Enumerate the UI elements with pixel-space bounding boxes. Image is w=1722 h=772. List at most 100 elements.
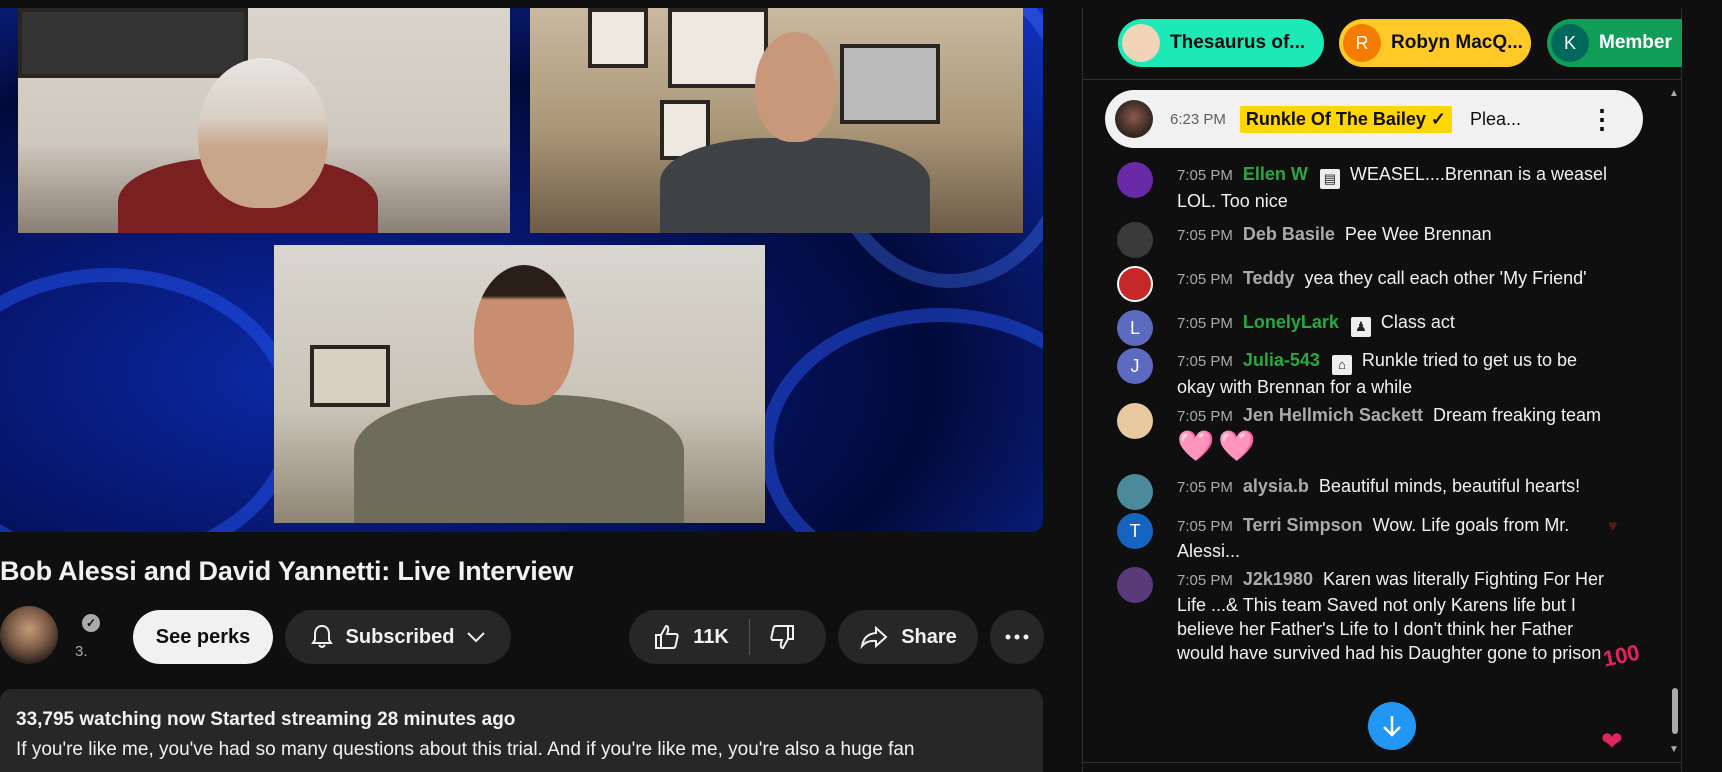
ticker-chip[interactable]: K Member xyxy=(1547,19,1682,67)
person-torso xyxy=(660,138,930,233)
message-time: 7:05 PM xyxy=(1177,271,1233,288)
chat-scrollbar[interactable]: ▲ ▼ xyxy=(1669,88,1681,758)
message-text: Wow. Life goals from Mr. Alessi... xyxy=(1177,515,1570,561)
wall-picture xyxy=(668,8,768,88)
message-time: 7:05 PM xyxy=(1177,353,1233,370)
more-horizontal-icon xyxy=(1005,634,1029,640)
member-badge-icon: ▤ xyxy=(1319,169,1340,189)
subscribed-button[interactable]: Subscribed xyxy=(285,610,511,664)
subscribed-label: Subscribed xyxy=(345,625,455,648)
chat-input-divider xyxy=(1083,762,1682,763)
chat-message: J 7:05 PM Julia-543 ⌂ Runkle tried to get u… xyxy=(1117,348,1607,399)
message-author[interactable]: Terri Simpson xyxy=(1243,515,1363,535)
message-text: Pee Wee Brennan xyxy=(1344,224,1492,244)
chat-message: 7:05 PM alysia.b Beautiful minds, beautifu… xyxy=(1117,474,1607,510)
message-time: 7:05 PM xyxy=(1177,408,1233,425)
bell-icon xyxy=(310,624,333,648)
author-avatar xyxy=(1117,403,1153,439)
message-author[interactable]: alysia.b xyxy=(1243,476,1309,496)
wall-picture xyxy=(840,44,940,124)
chip-avatar: R xyxy=(1343,24,1381,62)
author-avatar: L xyxy=(1117,310,1153,346)
verified-icon: ✓ xyxy=(82,614,100,632)
member-badge-icon: ⌂ xyxy=(1331,355,1352,375)
like-count: 11K xyxy=(693,625,729,648)
message-author[interactable]: Teddy xyxy=(1243,268,1295,288)
message-text: Karen was literally Fighting For Her Lif… xyxy=(1177,569,1605,663)
scroll-up-arrow-icon[interactable]: ▲ xyxy=(1669,88,1679,99)
description-box[interactable]: 33,795 watching now Started streaming 28… xyxy=(0,689,1043,772)
dislike-button[interactable] xyxy=(750,610,820,664)
share-button[interactable]: Share xyxy=(838,610,978,664)
share-arrow-icon xyxy=(860,625,888,649)
chip-label: Thesaurus of... xyxy=(1170,32,1306,53)
chevron-down-icon xyxy=(467,632,486,643)
scroll-down-arrow-icon[interactable]: ▼ xyxy=(1669,744,1679,755)
author-avatar: T xyxy=(1117,513,1153,549)
author-avatar xyxy=(1117,162,1153,198)
message-text: WEASEL....Brennan is a weasel LOL. Too n… xyxy=(1177,164,1608,211)
wall-picture xyxy=(310,345,390,407)
chip-label: Member xyxy=(1599,32,1672,53)
scroll-to-bottom-button[interactable] xyxy=(1368,702,1416,750)
view-stats: 33,795 watching now Started streaming 28… xyxy=(16,709,516,730)
member-badge-icon: ♟ xyxy=(1350,317,1371,337)
more-vertical-icon[interactable]: ⋮ xyxy=(1589,104,1615,135)
wall-picture xyxy=(588,8,648,68)
reaction-heart-icon: ❤ xyxy=(1601,726,1623,756)
message-author[interactable]: Ellen W xyxy=(1243,164,1308,184)
chat-message: 7:05 PM Jen Hellmich Sackett Dream freakin… xyxy=(1117,403,1607,462)
chat-ticker: Thesaurus of... R Robyn MacQ... K Member xyxy=(1083,8,1682,80)
ticker-chip[interactable]: Thesaurus of... xyxy=(1118,19,1324,67)
see-perks-button[interactable]: See perks xyxy=(133,610,273,664)
message-time: 7:05 PM xyxy=(1177,479,1233,496)
message-time: 7:05 PM xyxy=(1177,167,1233,184)
scroll-thumb[interactable] xyxy=(1672,688,1678,734)
share-label: Share xyxy=(901,625,957,648)
video-title: Bob Alessi and David Yannetti: Live Inte… xyxy=(0,556,574,586)
video-feed-top-left xyxy=(18,8,510,233)
channel-avatar[interactable] xyxy=(0,606,58,664)
pinned-time: 6:23 PM xyxy=(1170,110,1226,128)
wall-picture xyxy=(18,8,248,78)
pinned-text: Plea... xyxy=(1470,108,1522,129)
chip-label: Robyn MacQ... xyxy=(1391,32,1523,53)
ticker-chip[interactable]: R Robyn MacQ... xyxy=(1339,19,1531,67)
thumbs-down-icon xyxy=(770,625,794,650)
person-head xyxy=(474,265,574,405)
message-time: 7:05 PM xyxy=(1177,315,1233,332)
author-avatar xyxy=(1117,222,1153,258)
background-swirl xyxy=(760,308,1043,532)
top-strip xyxy=(0,0,1722,8)
description-text: If you're like me, you've had so many qu… xyxy=(16,739,915,760)
chat-message: 7:05 PM Deb Basile Pee Wee Brennan xyxy=(1117,222,1607,258)
message-time: 7:05 PM xyxy=(1177,227,1233,244)
person-head xyxy=(198,58,328,208)
message-text: Dream freaking team xyxy=(1432,405,1602,425)
message-text: yea they call each other 'My Friend' xyxy=(1304,268,1587,288)
message-author[interactable]: LonelyLark xyxy=(1243,312,1339,332)
author-avatar xyxy=(1117,567,1153,603)
message-author[interactable]: Deb Basile xyxy=(1243,224,1335,244)
person-head xyxy=(755,32,835,142)
message-author[interactable]: Julia-543 xyxy=(1243,350,1320,370)
message-text: Runkle tried to get us to be okay with B… xyxy=(1177,350,1578,397)
author-avatar: J xyxy=(1117,348,1153,384)
chat-message: 7:05 PM Ellen W ▤ WEASEL....Brennan is a we… xyxy=(1117,162,1607,213)
reaction-heart-icon: ♥ xyxy=(1608,518,1618,535)
chat-message: 7:05 PM J2k1980 Karen was literally Fighti… xyxy=(1117,567,1607,665)
pinned-message[interactable]: 6:23 PM Runkle Of The Bailey ✓ Plea... ⋮ xyxy=(1105,90,1643,148)
chip-avatar xyxy=(1122,24,1160,62)
subscriber-count: 3. xyxy=(75,643,88,660)
pink-heart-emoji: 🩷 xyxy=(1218,430,1256,463)
thumbs-up-icon xyxy=(655,624,679,649)
person-torso xyxy=(354,395,684,523)
more-actions-button[interactable] xyxy=(990,610,1044,664)
arrow-down-icon xyxy=(1383,716,1401,737)
author-avatar xyxy=(1117,474,1153,510)
like-button[interactable]: 11K xyxy=(635,610,749,664)
message-time: 7:05 PM xyxy=(1177,572,1233,589)
video-player[interactable] xyxy=(0,8,1043,532)
message-author[interactable]: Jen Hellmich Sackett xyxy=(1243,405,1423,425)
message-author[interactable]: J2k1980 xyxy=(1243,569,1313,589)
